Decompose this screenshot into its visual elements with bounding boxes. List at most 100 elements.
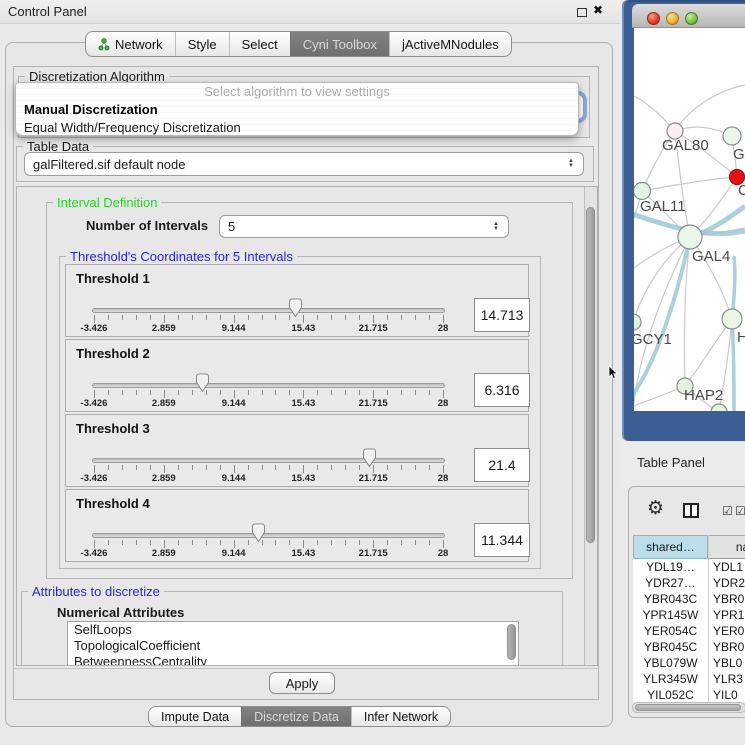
threshold-value-field[interactable]: 14.713 xyxy=(474,298,530,332)
checkbox-icon[interactable]: ☑ xyxy=(722,505,733,517)
slider-track[interactable] xyxy=(92,533,445,538)
tab-label: Impute Data xyxy=(161,710,229,724)
slider-tick xyxy=(275,465,276,470)
slider-thumb[interactable] xyxy=(287,298,304,318)
tab-label: Style xyxy=(188,37,217,52)
tab-style[interactable]: Style xyxy=(175,32,229,56)
table-cell-shared-name[interactable]: YPR145W xyxy=(633,607,708,623)
number-of-intervals-label: Number of Intervals xyxy=(86,218,208,233)
table-cell-shared-name[interactable]: YBR043C xyxy=(633,591,708,607)
slider-track[interactable] xyxy=(92,308,445,313)
table-cell-shared-name[interactable]: YDL19… xyxy=(633,559,708,575)
table-cell-shared-name[interactable]: YBR045C xyxy=(633,639,708,655)
table-data-combobox[interactable]: galFiltered.sif default node ▲▼ xyxy=(24,152,584,176)
vertical-scrollbar-thumb[interactable] xyxy=(586,207,595,543)
slider-thumb[interactable] xyxy=(250,523,267,543)
network-canvas[interactable]: GAL80GACGAL11GAL4GCY1HHAP2 xyxy=(634,28,745,411)
tab-network[interactable]: Network xyxy=(86,32,175,56)
network-node[interactable] xyxy=(634,183,651,200)
column-header-shared-name[interactable]: shared… xyxy=(633,535,708,559)
slider-tick xyxy=(220,315,221,320)
table-cell-shared-name[interactable]: YER054C xyxy=(633,623,708,639)
tab-infer-network[interactable]: Infer Network xyxy=(351,707,450,726)
network-window-titlebar[interactable] xyxy=(632,4,745,28)
table-cell-name[interactable]: YDR2 xyxy=(708,575,745,591)
threshold-value-field[interactable]: 21.4 xyxy=(474,448,530,482)
gear-icon[interactable]: ⚙ xyxy=(647,499,664,518)
slider-tick-label: 15.43 xyxy=(281,323,325,334)
threshold-value-field[interactable]: 11.344 xyxy=(474,523,530,557)
table-cell-name[interactable]: YBL0 xyxy=(708,655,745,671)
table-cell-name[interactable]: YBR0 xyxy=(708,639,745,655)
slider-thumb[interactable] xyxy=(194,373,211,393)
slider-tick xyxy=(220,390,221,395)
minimize-traffic-light-icon[interactable] xyxy=(666,12,679,25)
table-cell-shared-name[interactable]: YBL079W xyxy=(633,655,708,671)
network-node[interactable] xyxy=(634,314,641,330)
number-of-intervals-combobox[interactable]: 5 ▲▼ xyxy=(219,215,509,238)
table-cell-name[interactable]: YLR3 xyxy=(708,671,745,687)
tab-cyni-toolbox[interactable]: Cyni Toolbox xyxy=(290,32,389,56)
network-node[interactable] xyxy=(678,225,702,249)
slider-tick-label: 2.859 xyxy=(142,323,186,334)
network-edge-thick[interactable] xyxy=(634,237,690,396)
table-cell-name[interactable]: YBR0 xyxy=(708,591,745,607)
column-split-icon[interactable] xyxy=(683,503,699,518)
network-edge[interactable] xyxy=(642,177,737,191)
attribute-list-item[interactable]: BetweennessCentrality xyxy=(68,654,518,666)
horizontal-scrollbar-track[interactable] xyxy=(632,702,745,713)
slider-tick xyxy=(108,540,109,545)
table-cell-name[interactable]: YPR1 xyxy=(708,607,745,623)
attribute-list-item[interactable]: TopologicalCoefficient xyxy=(68,638,518,654)
slider-tick xyxy=(206,465,207,470)
table-cell-name[interactable]: YER0 xyxy=(708,623,745,639)
slider-tick xyxy=(234,315,235,323)
slider-track[interactable] xyxy=(92,383,445,388)
dropdown-option-equal-width[interactable]: Equal Width/Frequency Discretization xyxy=(16,119,578,137)
attribute-list-item[interactable]: SelfLoops xyxy=(68,622,518,638)
tab-discretize-data[interactable]: Discretize Data xyxy=(241,707,351,726)
threshold-value-field[interactable]: 6.316 xyxy=(474,373,530,407)
vertical-scrollbar-track[interactable] xyxy=(584,187,597,665)
slider-tick xyxy=(248,315,249,320)
slider-tick xyxy=(415,390,416,395)
zoom-traffic-light-icon[interactable] xyxy=(685,12,698,25)
table-cell-shared-name[interactable]: YIL052C xyxy=(633,687,708,703)
tab-jactivemnodules[interactable]: jActiveMNodules xyxy=(389,32,511,56)
network-node[interactable] xyxy=(711,404,727,411)
slider-tick xyxy=(345,390,346,395)
network-edge[interactable] xyxy=(675,85,745,131)
tab-impute-data[interactable]: Impute Data xyxy=(149,707,241,726)
slider-tick xyxy=(275,540,276,545)
close-icon[interactable]: ✖ xyxy=(593,3,603,17)
slider-tick-label: 9.144 xyxy=(212,548,256,559)
slider-track[interactable] xyxy=(92,458,445,463)
tab-label: Network xyxy=(115,37,163,52)
number-of-intervals-value: 5 xyxy=(228,219,235,234)
slider-tick xyxy=(220,465,221,470)
slider-tick xyxy=(415,465,416,470)
apply-button[interactable]: Apply xyxy=(269,672,335,694)
table-cell-shared-name[interactable]: YDR27… xyxy=(633,575,708,591)
network-edge-thick[interactable] xyxy=(732,319,734,411)
slider-tick-label: 9.144 xyxy=(212,473,256,484)
dropdown-option-manual[interactable]: Manual Discretization xyxy=(16,101,578,119)
checkbox-icon[interactable]: ☑ xyxy=(735,505,745,517)
float-window-icon[interactable] xyxy=(577,8,587,17)
threshold-label: Threshold 1 xyxy=(76,271,150,286)
close-traffic-light-icon[interactable] xyxy=(647,12,660,25)
threshold-label: Threshold 2 xyxy=(76,346,150,361)
network-node[interactable] xyxy=(722,309,742,329)
dropdown-placeholder-option[interactable]: Select algorithm to view settings xyxy=(16,83,578,101)
table-cell-name[interactable]: YDL1 xyxy=(708,559,745,575)
slider-thumb[interactable] xyxy=(361,448,378,468)
slider-tick xyxy=(206,315,207,320)
network-node[interactable] xyxy=(723,127,741,145)
horizontal-scrollbar-thumb[interactable] xyxy=(635,704,741,711)
table-cell-name[interactable]: YIL0 xyxy=(708,687,745,703)
column-header-name[interactable]: na xyxy=(708,535,745,559)
slider-tick xyxy=(136,390,137,395)
list-scrollbar[interactable] xyxy=(507,624,516,660)
tab-select[interactable]: Select xyxy=(229,32,290,56)
table-cell-shared-name[interactable]: YLR345W xyxy=(633,671,708,687)
